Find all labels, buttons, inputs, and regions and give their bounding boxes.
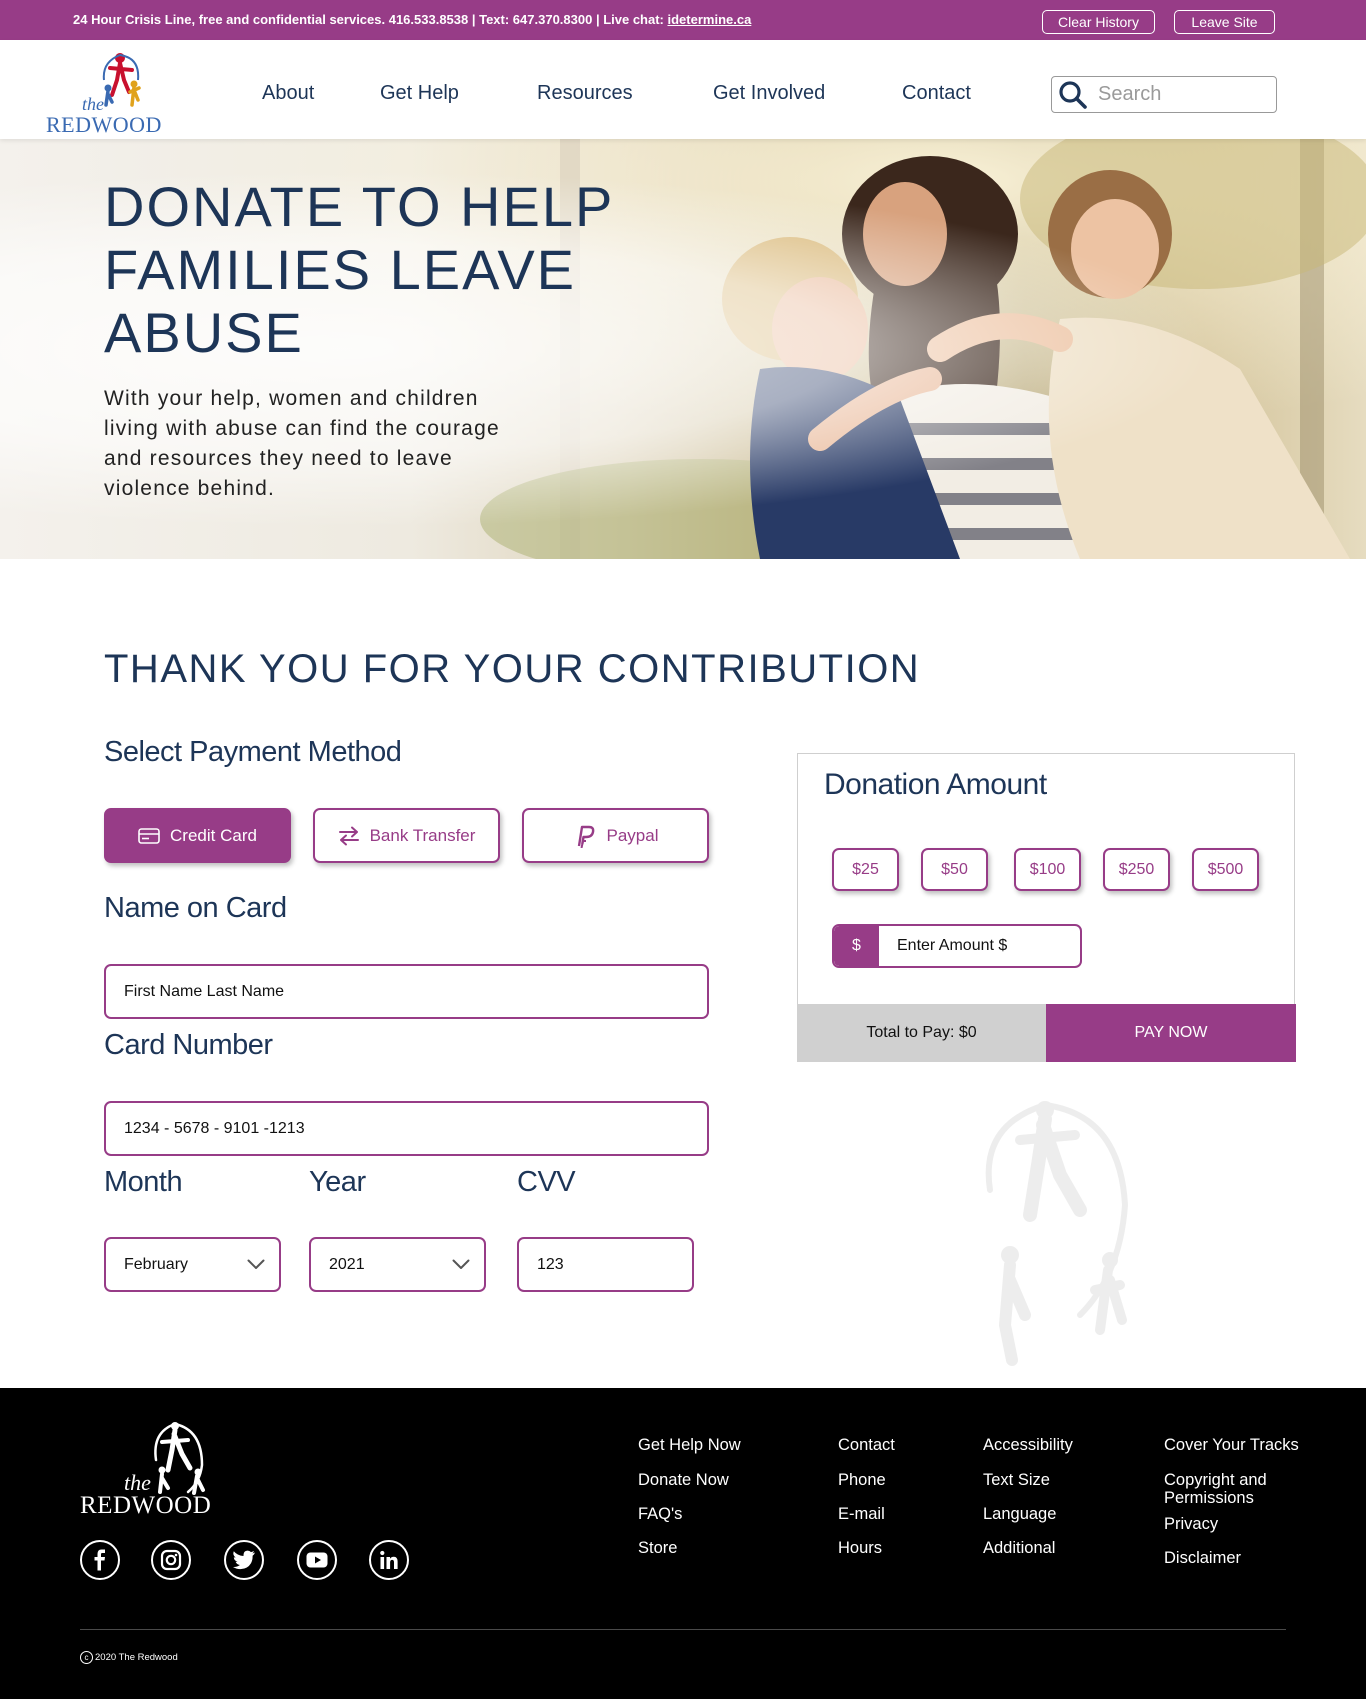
credit-card-label: Credit Card: [170, 825, 257, 845]
facebook-icon[interactable]: [80, 1540, 120, 1580]
bank-transfer-button[interactable]: Bank Transfer: [313, 808, 500, 863]
name-on-card-label: Name on Card: [104, 892, 287, 924]
footer-link-email[interactable]: E-mail: [838, 1505, 885, 1523]
search-box[interactable]: [1051, 76, 1277, 113]
donation-amount-title: Donation Amount: [824, 768, 1047, 801]
bank-transfer-label: Bank Transfer: [369, 825, 476, 845]
logo-wordmark: REDWOOD: [46, 112, 162, 137]
cvv-input[interactable]: [519, 1255, 692, 1274]
footer-link-hours[interactable]: Hours: [838, 1539, 882, 1557]
year-select-value: 2021: [329, 1255, 365, 1273]
footer-link-get-help-now[interactable]: Get Help Now: [638, 1436, 741, 1454]
paypal-button[interactable]: Paypal: [522, 808, 709, 863]
footer-link-copyright-permissions[interactable]: Copyright and Permissions: [1164, 1471, 1304, 1507]
footer-link-cover-your-tracks[interactable]: Cover Your Tracks: [1164, 1436, 1299, 1454]
family-logo-icon: [102, 53, 141, 107]
hero-subtitle: With your help, women and children livin…: [104, 387, 500, 500]
nav-get-help[interactable]: Get Help: [380, 82, 459, 105]
nav-get-involved[interactable]: Get Involved: [713, 82, 825, 105]
footer-link-store[interactable]: Store: [638, 1539, 677, 1557]
footer-link-accessibility[interactable]: Accessibility: [983, 1436, 1073, 1454]
card-number-field[interactable]: [104, 1101, 709, 1156]
crisis-bar: 24 Hour Crisis Line, free and confidenti…: [0, 0, 1366, 40]
transfer-arrows-icon: [338, 826, 359, 845]
name-on-card-field[interactable]: [104, 964, 709, 1019]
total-to-pay: Total to Pay: $0: [797, 1004, 1046, 1062]
name-on-card-input[interactable]: [106, 982, 707, 1001]
cvv-field[interactable]: [517, 1237, 694, 1292]
card-number-label: Card Number: [104, 1029, 273, 1061]
leave-site-button[interactable]: Leave Site: [1174, 10, 1275, 34]
chevron-down-icon: [247, 1259, 265, 1269]
footer-link-language[interactable]: Language: [983, 1505, 1056, 1523]
crisis-line-text: 24 Hour Crisis Line, free and confidenti…: [73, 12, 751, 27]
paypal-label: Paypal: [606, 825, 659, 845]
year-label: Year: [309, 1166, 366, 1198]
redwood-logo[interactable]: the REDWOOD: [44, 50, 164, 137]
copyright-text: 2020 The Redwood: [95, 1652, 178, 1663]
copyright-notice: c 2020 The Redwood: [80, 1651, 178, 1664]
site-header: the REDWOOD About Get Help Resources Get…: [0, 40, 1366, 139]
dollar-prefix: $: [834, 926, 879, 966]
donation-amount-panel: Donation Amount $25 $50 $100 $250 $500 $…: [797, 753, 1296, 1062]
hero-banner: DONATE TO HELP FAMILIES LEAVE ABUSE With…: [0, 139, 1366, 559]
card-number-input[interactable]: [106, 1119, 707, 1138]
footer-link-donate-now[interactable]: Donate Now: [638, 1471, 729, 1489]
nav-about[interactable]: About: [262, 82, 314, 105]
family-logo-icon: [154, 1422, 205, 1495]
cvv-label: CVV: [517, 1166, 576, 1198]
footer-divider: [80, 1629, 1286, 1630]
nav-contact[interactable]: Contact: [902, 82, 971, 105]
instagram-icon[interactable]: [151, 1540, 191, 1580]
amount-25-button[interactable]: $25: [832, 848, 899, 891]
amount-500-button[interactable]: $500: [1192, 848, 1259, 891]
pay-now-button[interactable]: PAY NOW: [1046, 1004, 1296, 1062]
amount-100-button[interactable]: $100: [1014, 848, 1081, 891]
hero-title: DONATE TO HELP FAMILIES LEAVE ABUSE: [104, 175, 614, 364]
footer-link-disclaimer[interactable]: Disclaimer: [1164, 1549, 1241, 1567]
amount-250-button[interactable]: $250: [1103, 848, 1170, 891]
custom-amount-input[interactable]: [879, 937, 1079, 955]
site-footer: the REDWOOD Get Help Now Donate Now FAQ'…: [0, 1388, 1366, 1699]
footer-link-additional[interactable]: Additional: [983, 1539, 1055, 1557]
credit-card-icon: [138, 827, 160, 844]
clear-history-button[interactable]: Clear History: [1042, 10, 1155, 34]
live-chat-link[interactable]: idetermine.ca: [668, 12, 752, 27]
family-watermark-icon: [985, 1101, 1129, 1366]
footer-link-text-size[interactable]: Text Size: [983, 1471, 1050, 1489]
crisis-line-info: 24 Hour Crisis Line, free and confidenti…: [73, 12, 668, 27]
footer-logo-wordmark: REDWOOD: [80, 1492, 212, 1519]
linkedin-icon[interactable]: [369, 1540, 409, 1580]
footer-link-privacy[interactable]: Privacy: [1164, 1515, 1218, 1533]
nav-resources[interactable]: Resources: [537, 82, 633, 105]
search-icon: [1059, 80, 1087, 109]
paypal-icon: [577, 825, 594, 848]
thank-you-heading: THANK YOU FOR YOUR CONTRIBUTION: [104, 647, 921, 691]
month-select-value: February: [124, 1255, 189, 1273]
footer-logo[interactable]: the REDWOOD: [80, 1420, 230, 1520]
footer-link-faqs[interactable]: FAQ's: [638, 1505, 682, 1523]
month-label: Month: [104, 1166, 183, 1198]
search-input[interactable]: [1098, 83, 1268, 106]
copyright-icon: c: [80, 1651, 93, 1664]
amount-50-button[interactable]: $50: [921, 848, 988, 891]
chevron-down-icon: [452, 1259, 470, 1269]
month-select[interactable]: February: [104, 1237, 281, 1292]
custom-amount-field[interactable]: $: [832, 924, 1082, 968]
payment-method-label: Select Payment Method: [104, 736, 402, 768]
credit-card-button[interactable]: Credit Card: [104, 808, 291, 863]
twitter-icon[interactable]: [224, 1540, 264, 1580]
footer-link-phone[interactable]: Phone: [838, 1471, 886, 1489]
year-select[interactable]: 2021: [309, 1237, 486, 1292]
footer-link-contact[interactable]: Contact: [838, 1436, 895, 1454]
youtube-icon[interactable]: [297, 1540, 337, 1580]
